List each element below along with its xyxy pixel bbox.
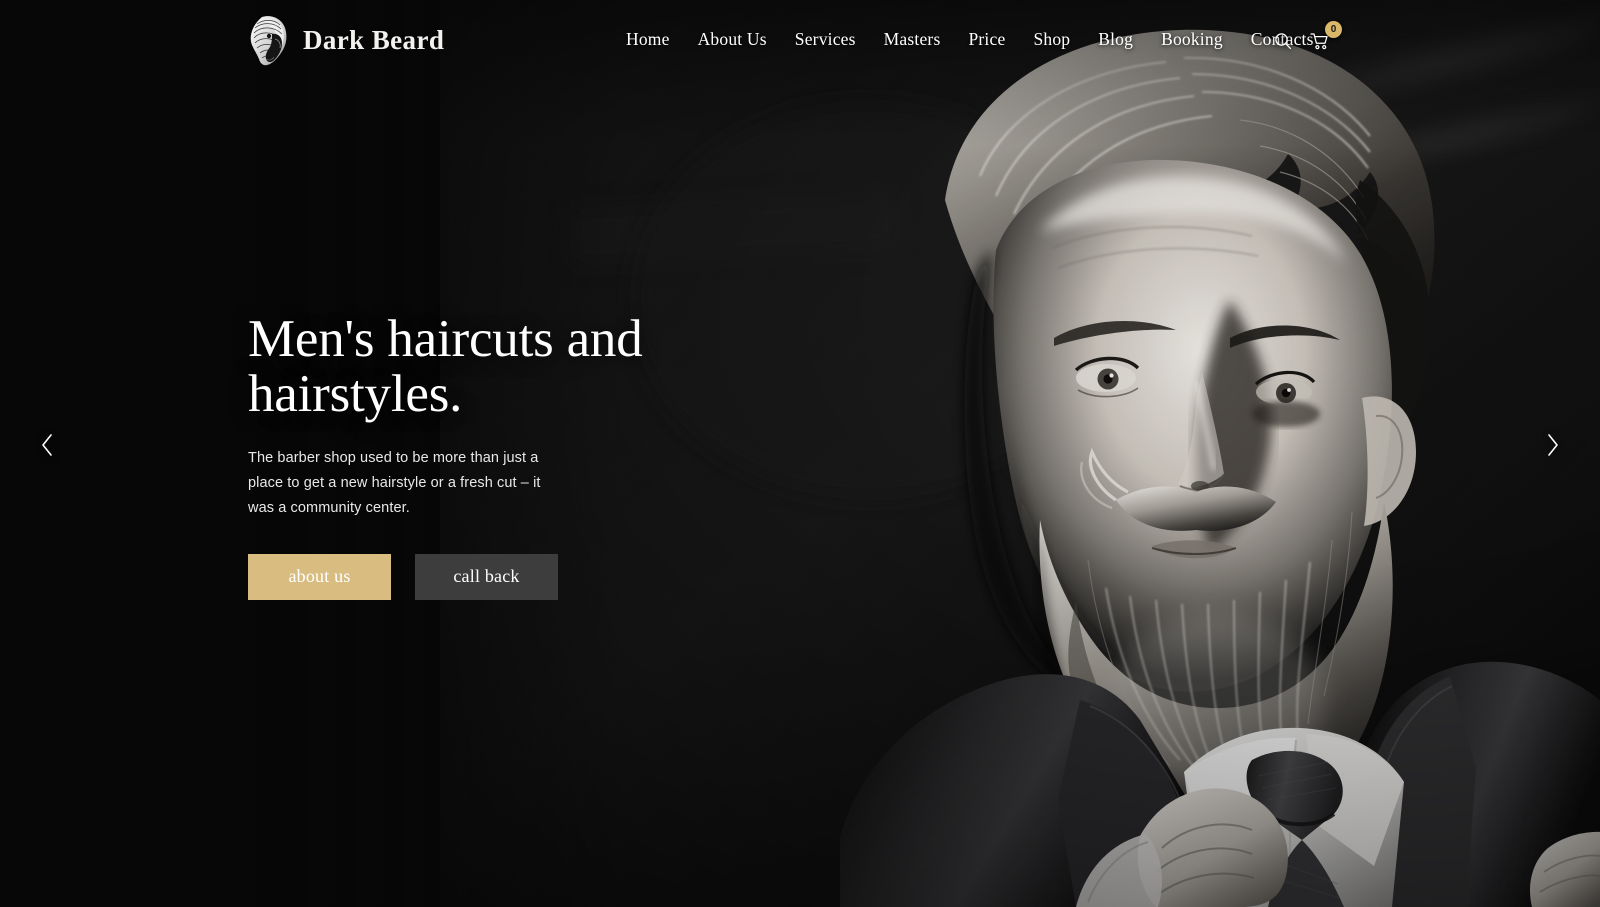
hero-section: Men's haircuts and hairstyles. The barbe… bbox=[248, 312, 678, 600]
hero-description: The barber shop used to be more than jus… bbox=[248, 450, 541, 517]
nav-item-price[interactable]: Price bbox=[954, 29, 1019, 50]
search-button[interactable] bbox=[1272, 30, 1294, 52]
cart-button[interactable]: 0 bbox=[1308, 21, 1342, 52]
slider-next-button[interactable] bbox=[1534, 426, 1572, 464]
nav-item-about-us[interactable]: About Us bbox=[684, 29, 781, 50]
bearded-man-head-icon bbox=[250, 16, 287, 66]
chevron-right-icon bbox=[1548, 434, 1558, 456]
cart-count-badge: 0 bbox=[1325, 21, 1342, 38]
shopping-cart-icon bbox=[1309, 33, 1328, 50]
nav-item-booking[interactable]: Booking bbox=[1147, 29, 1237, 50]
nav-item-masters[interactable]: Masters bbox=[870, 29, 955, 50]
call-back-button[interactable]: call back bbox=[415, 553, 558, 600]
main-navigation: Home About Us Services Masters Price Sho… bbox=[626, 29, 1328, 50]
about-us-button[interactable]: about us bbox=[248, 553, 391, 600]
chevron-left-icon bbox=[42, 434, 52, 456]
site-header: Dark Beard Home About Us Services Master… bbox=[0, 0, 1600, 82]
hero-button-group: about us call back bbox=[248, 553, 678, 600]
nav-item-home[interactable]: Home bbox=[626, 29, 684, 50]
page-root: Dark Beard Home About Us Services Master… bbox=[0, 0, 1600, 907]
nav-item-shop[interactable]: Shop bbox=[1019, 29, 1084, 50]
nav-item-blog[interactable]: Blog bbox=[1084, 29, 1147, 50]
slider-prev-button[interactable] bbox=[28, 426, 66, 464]
search-icon bbox=[1275, 33, 1292, 50]
header-actions: 0 bbox=[1272, 21, 1342, 52]
brand-logo[interactable]: Dark Beard bbox=[248, 14, 444, 66]
brand-name: Dark Beard bbox=[303, 24, 445, 55]
hero-title: Men's haircuts and hairstyles. bbox=[248, 310, 643, 423]
nav-item-services[interactable]: Services bbox=[781, 29, 870, 50]
